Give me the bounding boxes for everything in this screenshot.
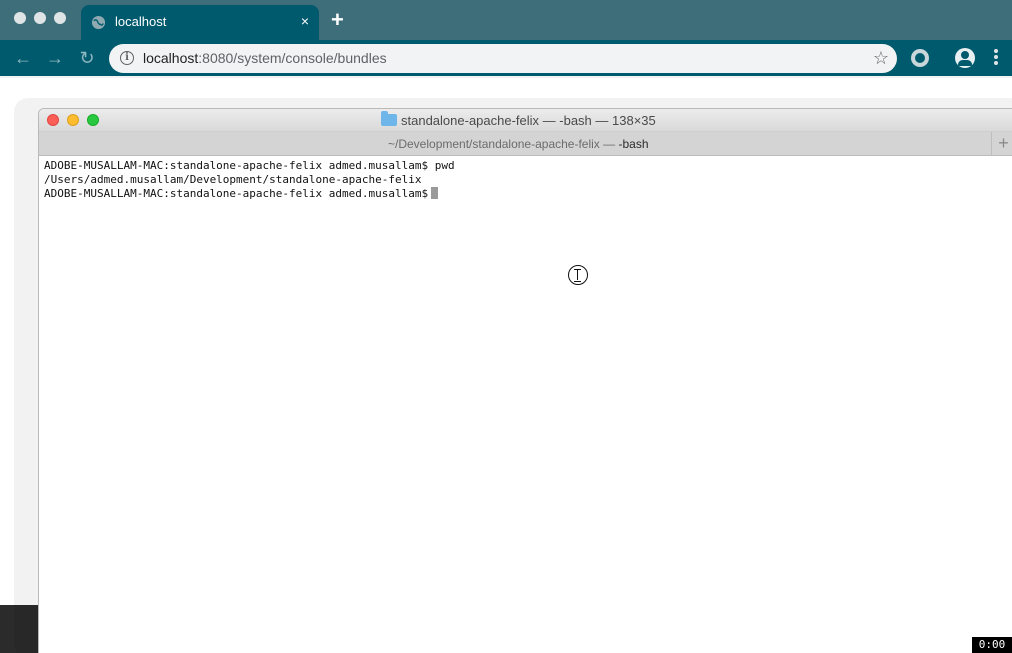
tab-title: localhost bbox=[115, 14, 167, 29]
site-info-icon[interactable]: i bbox=[120, 51, 134, 65]
tab-strip: localhost × + bbox=[0, 0, 1012, 40]
window-minimize-dot[interactable] bbox=[34, 12, 46, 24]
extension-icon[interactable] bbox=[911, 49, 929, 67]
window-zoom-dot[interactable] bbox=[54, 12, 66, 24]
url-text[interactable]: localhost:8080/system/console/bundles bbox=[143, 50, 387, 66]
terminal-tab-bar: ~/Development/standalone-apache-felix — … bbox=[39, 132, 1012, 156]
recording-timer: 0:00 bbox=[972, 637, 1012, 653]
url-host: localhost bbox=[143, 50, 199, 66]
terminal-line: ADOBE-MUSALLAM-MAC:standalone-apache-fel… bbox=[44, 159, 455, 172]
browser-menu-icon[interactable] bbox=[991, 49, 1001, 67]
browser-toolbar: ← → ↻ i localhost:8080/system/console/bu… bbox=[0, 40, 1012, 76]
terminal-title-text: standalone-apache-felix — -bash — 138×35 bbox=[401, 113, 656, 128]
window-close-dot[interactable] bbox=[14, 12, 26, 24]
address-bar[interactable]: i localhost:8080/system/console/bundles … bbox=[109, 44, 897, 73]
ibeam-cursor-icon bbox=[568, 265, 588, 285]
back-icon[interactable]: ← bbox=[12, 47, 34, 69]
terminal-prompt: ADOBE-MUSALLAM-MAC:standalone-apache-fel… bbox=[44, 187, 429, 200]
terminal-zoom-button[interactable] bbox=[87, 114, 99, 126]
tab-close-icon[interactable]: × bbox=[301, 13, 309, 29]
terminal-line: /Users/admed.musallam/Development/standa… bbox=[44, 173, 422, 186]
terminal-new-tab-button[interactable]: + bbox=[991, 132, 1012, 155]
toolbar-divider bbox=[0, 76, 1012, 78]
forward-icon[interactable]: → bbox=[44, 47, 66, 69]
screen: localhost × + ← → ↻ i localhost:8080/sys… bbox=[0, 0, 1012, 653]
url-path: :8080/system/console/bundles bbox=[198, 50, 387, 66]
terminal-tab-path: ~/Development/standalone-apache-felix — bbox=[388, 137, 619, 151]
new-tab-button[interactable]: + bbox=[331, 9, 344, 31]
profile-avatar-icon[interactable] bbox=[955, 48, 975, 68]
terminal-window-title: standalone-apache-felix — -bash — 138×35 bbox=[381, 111, 656, 128]
terminal-window[interactable]: standalone-apache-felix — -bash — 138×35… bbox=[38, 108, 1012, 653]
folder-icon bbox=[381, 111, 397, 126]
text-cursor bbox=[431, 187, 439, 199]
terminal-output[interactable]: ADOBE-MUSALLAM-MAC:standalone-apache-fel… bbox=[39, 157, 1012, 653]
reload-icon[interactable]: ↻ bbox=[76, 47, 98, 69]
terminal-tab-shell: -bash bbox=[618, 137, 649, 151]
globe-icon bbox=[91, 15, 106, 30]
terminal-tab[interactable]: ~/Development/standalone-apache-felix — … bbox=[388, 137, 649, 151]
bookmark-star-icon[interactable]: ☆ bbox=[873, 47, 889, 69]
terminal-prompt-line: ADOBE-MUSALLAM-MAC:standalone-apache-fel… bbox=[44, 187, 439, 201]
terminal-minimize-button[interactable] bbox=[67, 114, 79, 126]
terminal-close-button[interactable] bbox=[47, 114, 59, 126]
terminal-titlebar[interactable]: standalone-apache-felix — -bash — 138×35 bbox=[39, 109, 1012, 132]
browser-tab[interactable]: localhost × bbox=[81, 5, 319, 40]
